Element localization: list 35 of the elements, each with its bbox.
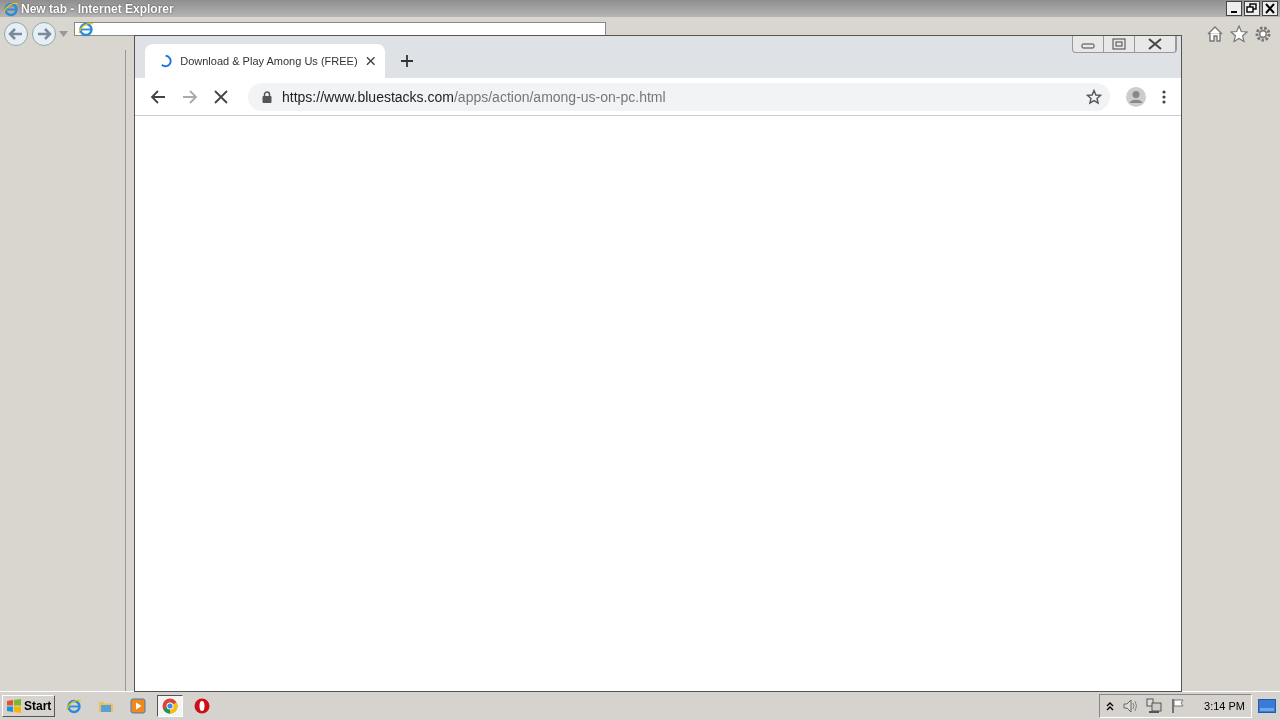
clock-text: 3:14 PM	[1204, 700, 1245, 712]
new-tab-icon[interactable]	[400, 54, 414, 68]
menu-icon[interactable]	[1162, 89, 1166, 104]
minimize-icon[interactable]	[1226, 1, 1242, 16]
ie-logo-icon	[3, 0, 19, 17]
address-field[interactable]: https://www.bluestacks.com/apps/action/among-us-on-pc.html	[248, 82, 1110, 111]
start-button[interactable]: Start	[2, 695, 56, 717]
stop-icon[interactable]	[214, 89, 228, 104]
home-icon[interactable]	[1206, 24, 1224, 43]
star-icon[interactable]	[1230, 24, 1248, 43]
network-icon[interactable]	[1146, 698, 1163, 714]
flag-icon[interactable]	[1170, 698, 1187, 714]
opera-icon	[194, 698, 211, 714]
speaker-icon[interactable]	[1122, 698, 1139, 714]
star-icon[interactable]	[1086, 88, 1102, 105]
windows-logo-icon	[6, 699, 22, 713]
chrome-icon	[162, 698, 179, 714]
close-icon[interactable]	[365, 56, 375, 66]
ie-logo-icon	[78, 21, 94, 37]
loading-spinner-icon	[159, 54, 173, 68]
show-desktop-icon[interactable]	[1258, 699, 1276, 713]
settings-icon[interactable]	[1254, 24, 1272, 43]
taskbar-button[interactable]	[157, 695, 184, 717]
close-icon[interactable]	[1262, 1, 1278, 16]
ie-logo-icon	[66, 698, 83, 714]
url-text: https://www.bluestacks.com/apps/action/among-us-on-pc.html	[282, 88, 667, 105]
address-field[interactable]	[74, 22, 606, 36]
media-player-icon	[130, 698, 147, 714]
forward-icon[interactable]	[31, 20, 57, 47]
window-title: New tab - Internet Explorer	[21, 1, 175, 16]
back-icon[interactable]	[150, 88, 166, 105]
chevron-up-icon[interactable]	[1106, 701, 1115, 711]
profile-avatar-icon[interactable]	[1126, 86, 1146, 107]
restore-icon[interactable]	[1244, 1, 1260, 16]
browser-tab[interactable]: Download & Play Among Us (FREE)	[145, 44, 385, 78]
